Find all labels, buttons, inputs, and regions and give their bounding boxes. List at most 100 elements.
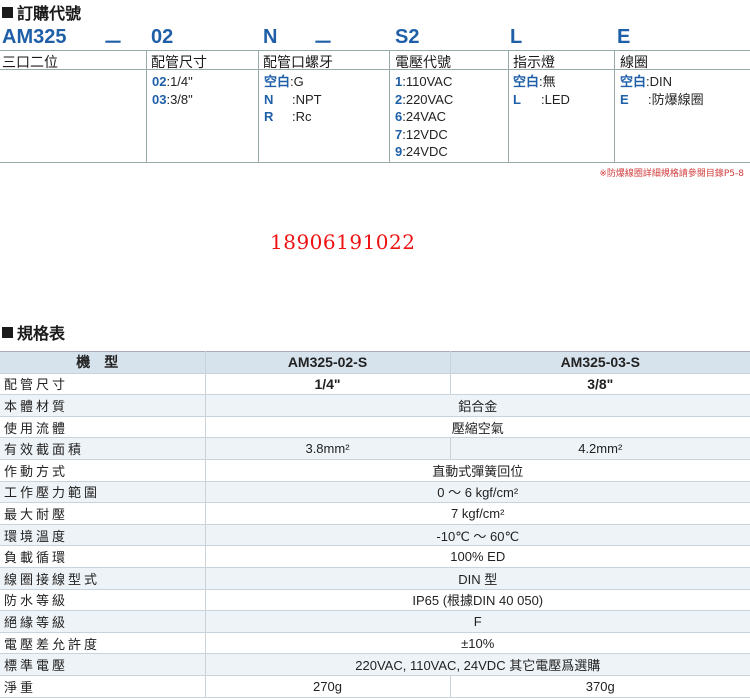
spec-label: 線圈接線型式	[0, 567, 206, 590]
option-value: :220VAC	[402, 91, 454, 107]
coil-spec-note: ※防爆線圈詳細規格請參閱目錄P5-8	[599, 169, 744, 179]
spec-row: 環境溫度 -10℃ ～ 60℃	[0, 524, 750, 547]
spec-label: 防水等級	[0, 589, 206, 612]
order-code-row: AM325 － 02 N － S2 L E	[0, 26, 750, 54]
option-row: 7:12VDC	[395, 126, 453, 144]
option-key: 空白	[620, 74, 647, 89]
spec-label: 電壓差允許度	[0, 632, 206, 655]
option-key: L	[513, 91, 521, 107]
spec-row: 本體材質 鋁合金	[0, 394, 750, 417]
option-value: :110VAC	[402, 74, 453, 89]
spec-row: 防水等級 IP65 (根據DIN 40 050)	[0, 589, 750, 612]
option-row: E:防爆線圈	[620, 91, 704, 109]
spec-value: 7 kgf/cm²	[205, 502, 750, 525]
column-divider	[614, 50, 615, 162]
spec-value: 1/4"	[205, 373, 451, 396]
option-row: L :LED	[513, 91, 570, 109]
spec-label: 配管尺寸	[0, 373, 206, 396]
option-value: :12VDC	[402, 126, 448, 142]
spec-value: 270g	[205, 675, 451, 698]
order-bottom-rule	[0, 162, 750, 163]
spec-row: 有效截面積 3.8mm² 4.2mm²	[0, 437, 750, 460]
phone-number: 18906191022	[270, 230, 416, 254]
spec-label: 標準電壓	[0, 653, 206, 676]
option-row: N :NPT	[264, 91, 322, 109]
spec-label: 使用流體	[0, 416, 206, 439]
square-bullet-icon	[2, 6, 13, 18]
option-value: :Rc	[292, 109, 312, 124]
spec-row: 配管尺寸 1/4" 3/8"	[0, 373, 750, 396]
header-valve-type: 三口二位	[2, 55, 58, 71]
option-row: 6:24VAC	[395, 108, 453, 126]
code-voltage: S2	[395, 26, 420, 48]
spec-label: 最大耐壓	[0, 502, 206, 525]
header-indicator: 指示燈	[513, 55, 555, 71]
spec-value: 3/8"	[450, 373, 750, 396]
spec-title-text: 規格表	[17, 324, 66, 343]
spec-title: 規格表	[2, 320, 65, 344]
option-row: 空白:G	[264, 73, 322, 91]
spec-value: DIN 型	[205, 567, 750, 590]
spec-row: 使用流體 壓縮空氣	[0, 416, 750, 439]
option-key: 02	[152, 74, 167, 89]
column-divider	[508, 50, 509, 162]
header-thread: 配管口螺牙	[263, 55, 333, 71]
spec-label: 負載循環	[0, 545, 206, 568]
code-indicator: L	[510, 26, 523, 48]
coil-options: 空白:DIN E:防爆線圈	[620, 73, 704, 108]
option-key: N	[264, 91, 274, 107]
spec-table: 機型 AM325-02-S AM325-03-S 配管尺寸 1/4" 3/8" …	[0, 351, 750, 698]
option-value: :24VDC	[402, 144, 448, 159]
spec-value: 3.8mm²	[205, 437, 451, 460]
option-row: 1:110VAC	[395, 73, 453, 91]
spec-label: 本體材質	[0, 394, 206, 417]
code-model: AM325	[2, 26, 67, 48]
option-row: 2:220VAC	[395, 91, 453, 109]
column-divider	[389, 50, 390, 162]
option-key: 03	[152, 91, 167, 107]
spec-row: 標準電壓 220VAC, 110VAC, 24VDC 其它電壓爲選購	[0, 653, 750, 676]
option-row: 空白:無	[513, 73, 570, 91]
header-pipe-size: 配管尺寸	[151, 55, 207, 71]
option-value: :1/4"	[166, 74, 193, 89]
option-value: :NPT	[292, 91, 322, 107]
option-value: :防爆線圈	[648, 91, 704, 107]
header-coil: 線圈	[620, 55, 648, 71]
spec-label: 作動方式	[0, 459, 206, 482]
spec-label: 絕緣等級	[0, 610, 206, 633]
spec-row: 絕緣等級 F	[0, 610, 750, 633]
spec-value: 0 ～ 6 kgf/cm²	[205, 481, 750, 504]
spec-value: -10℃ ～ 60℃	[205, 524, 750, 547]
spec-value: 370g	[450, 675, 750, 698]
option-value: :DIN	[646, 74, 673, 89]
spec-value: 4.2mm²	[450, 437, 750, 460]
square-bullet-icon	[2, 326, 13, 338]
spec-value: 220VAC, 110VAC, 24VDC 其它電壓爲選購	[205, 653, 750, 676]
column-divider	[146, 50, 147, 162]
spec-header-model-03: AM325-03-S	[450, 351, 750, 374]
header-voltage: 電壓代號	[395, 55, 451, 71]
spec-row: 淨重 270g 370g	[0, 675, 750, 698]
option-value: :無	[539, 74, 556, 89]
spec-row: 最大耐壓 7 kgf/cm²	[0, 502, 750, 525]
option-key: 空白	[513, 74, 540, 89]
order-code-title: 訂購代號	[2, 0, 81, 24]
pipe-size-options: 02:1/4" 03:3/8"	[152, 73, 193, 108]
option-value: :24VAC	[402, 109, 447, 124]
spec-value: 壓縮空氣	[205, 416, 750, 439]
indicator-options: 空白:無 L :LED	[513, 73, 570, 108]
option-row: 9:24VDC	[395, 143, 453, 161]
option-row: 03:3/8"	[152, 91, 193, 109]
spec-value: ±10%	[205, 632, 750, 655]
option-key: 空白	[264, 74, 291, 89]
spec-row: 工作壓力範圍 0 ～ 6 kgf/cm²	[0, 481, 750, 504]
option-row: 02:1/4"	[152, 73, 193, 91]
spec-header-row: 機型 AM325-02-S AM325-03-S	[0, 351, 750, 374]
option-row: R :Rc	[264, 108, 322, 126]
option-key: R	[264, 109, 274, 124]
spec-row: 作動方式 直動式彈簧回位	[0, 459, 750, 482]
option-value: :LED	[541, 91, 570, 107]
code-thread: N	[263, 26, 278, 48]
voltage-options: 1:110VAC 2:220VAC 6:24VAC 7:12VDC 9:24VD…	[395, 73, 453, 161]
spec-header-model-02: AM325-02-S	[205, 351, 451, 374]
